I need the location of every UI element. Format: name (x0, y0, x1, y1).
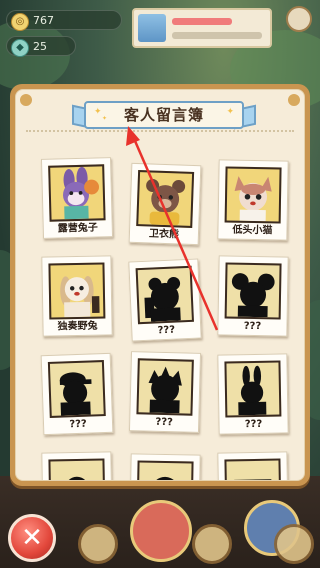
guest-card[interactable]: 露营兔子 (40, 157, 114, 239)
sparkle-icon: ✦ (94, 107, 102, 117)
menu-button[interactable] (286, 6, 312, 32)
bear-silhouette (135, 265, 194, 325)
guestbook-panel: 客人留言簿 ✦ ✦ ✦ 露营兔子 卫衣熊 低头小猫 独奏野兔 ??? ??? ?… (10, 84, 310, 486)
guest-name: ??? (69, 418, 87, 431)
shy-cat-portrait (224, 166, 282, 224)
guest-name: ??? (243, 320, 262, 333)
guest-card-partial[interactable] (217, 451, 289, 480)
gem-value: 25 (33, 40, 47, 53)
guest-name: 卫衣熊 (148, 228, 180, 241)
solo-hare-portrait (48, 262, 106, 320)
guest-name: 露营兔子 (57, 222, 98, 235)
camping-rabbit-portrait (48, 164, 106, 222)
guest-card[interactable]: ??? (128, 258, 202, 342)
notice-banner[interactable] (132, 8, 272, 48)
guest-card[interactable]: ??? (40, 352, 114, 436)
close-button[interactable]: ✕ (8, 514, 56, 562)
guest-card[interactable]: 独奏野兔 (41, 255, 113, 337)
guest-name: ??? (155, 416, 174, 429)
page-title: 客人留言簿 (84, 101, 244, 129)
coin-value: 767 (33, 14, 54, 27)
hoodie-bear-portrait (136, 170, 195, 228)
corner-ornament (18, 92, 34, 108)
sparkle-icon: ✦ (102, 115, 108, 122)
close-x-icon: ✕ (21, 523, 43, 553)
dock-button[interactable] (192, 524, 232, 564)
title-ribbon: 客人留言簿 ✦ ✦ ✦ (72, 101, 256, 130)
guest-name: ??? (244, 418, 263, 431)
banner-thumbnail (138, 14, 166, 42)
corner-ornament (286, 92, 302, 108)
guest-name: 低头小猫 (232, 224, 273, 237)
guest-card-partial[interactable] (41, 451, 113, 480)
guest-card[interactable]: 低头小猫 (217, 159, 289, 241)
guest-name: ??? (157, 324, 176, 337)
guest-card[interactable]: ??? (128, 351, 202, 433)
guest-card[interactable]: 卫衣熊 (128, 162, 202, 246)
dock-button[interactable] (274, 524, 314, 564)
divider (26, 130, 294, 132)
guest-card-partial[interactable] (129, 453, 201, 480)
sparkle-icon: ✦ (226, 107, 234, 117)
mouse-silhouette (224, 262, 282, 320)
coin-counter: ◎ 767 (6, 10, 122, 31)
guestbook-paper: 客人留言簿 ✦ ✦ ✦ 露营兔子 卫衣熊 低头小猫 独奏野兔 ??? ??? ?… (15, 89, 305, 481)
spiky-silhouette (136, 358, 194, 416)
guest-card[interactable]: ??? (217, 353, 289, 435)
gem-counter: ◆ 25 (6, 36, 76, 57)
rabbit-silhouette (224, 360, 282, 418)
guest-card[interactable]: ??? (217, 255, 289, 337)
hat-silhouette (47, 360, 106, 418)
coin-icon: ◎ (11, 13, 29, 31)
guest-name: 独奏野兔 (57, 320, 98, 333)
gem-icon: ◆ (11, 39, 29, 57)
dock-button[interactable] (78, 524, 118, 564)
